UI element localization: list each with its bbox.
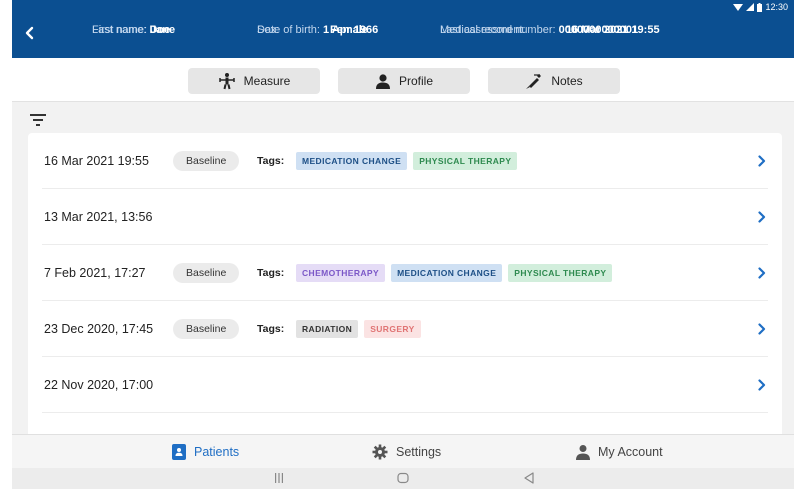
assessment-row[interactable]: 7 Feb 2021, 17:27 Baseline Tags: CHEMOTHERA… [28,245,782,301]
chevron-right-icon [758,211,766,223]
assessment-row[interactable]: 22 Nov 2020, 17:00 [28,357,782,413]
recent-apps-icon[interactable] [274,472,284,484]
tags-label: Tags: [257,155,285,167]
signal-icon [746,3,755,11]
profile-tab-label: Profile [398,74,433,88]
clock-time: 12:30 [765,2,788,12]
last-assessment-value: 16 Mar 2021 19:55 [566,24,660,36]
system-navigation-bar [12,468,794,489]
filter-icon[interactable] [30,113,46,127]
measure-body-icon [218,73,235,90]
tag-list: CHEMOTHERAPY MEDICATION CHANGE PHYSICAL TH… [296,264,613,282]
tags-label: Tags: [257,267,285,279]
action-tabs: Measure Profile Notes [12,58,794,102]
chevron-right-icon [758,155,766,167]
baseline-badge: Baseline [173,319,240,339]
baseline-badge: Baseline [173,151,240,171]
patients-icon [172,444,186,460]
profile-tab[interactable]: Profile [338,68,470,94]
account-icon [576,445,590,460]
pen-icon [526,74,542,89]
nav-my-account-label: My Account [598,445,663,459]
tag-chip: SURGERY [364,320,421,338]
patient-header: First name: Jane Last name: Doe Date of … [12,0,794,58]
notes-tab-label: Notes [551,74,583,88]
tag-chip: RADIATION [296,320,359,338]
assessment-list: 16 Mar 2021 19:55 Baseline Tags: MEDICATION… [28,133,782,438]
assessment-date: 22 Nov 2020, 17:00 [44,378,154,392]
tag-chip: MEDICATION CHANGE [391,264,503,282]
battery-icon [757,2,763,12]
back-arrow-icon[interactable] [22,25,38,41]
assessment-date: 13 Mar 2021, 13:56 [44,210,153,224]
person-icon [375,74,390,89]
row-divider [42,412,768,413]
nav-settings[interactable]: Settings [372,435,441,469]
chevron-right-icon [758,267,766,279]
wifi-icon [733,4,744,11]
last-name-label: Last name: [92,24,147,36]
measure-tab[interactable]: Measure [188,68,320,94]
tag-chip: PHYSICAL THERAPY [508,264,613,282]
last-assessment-label: Last assessment: [440,24,526,36]
bottom-navigation: Patients Settings My Account [12,434,794,468]
measure-tab-label: Measure [243,74,291,88]
tag-chip: MEDICATION CHANGE [296,152,408,170]
nav-settings-label: Settings [396,445,442,459]
tag-list: MEDICATION CHANGE PHYSICAL THERAPY [296,152,518,170]
assessment-date: 23 Dec 2020, 17:45 [44,322,154,336]
assessment-row[interactable]: 16 Mar 2021 19:55 Baseline Tags: MEDICATION… [28,133,782,189]
sex-value: Female [330,24,368,36]
nav-patients[interactable]: Patients [172,435,239,469]
chevron-right-icon [758,323,766,335]
nav-patients-label: Patients [194,445,240,459]
status-bar: 12:30 [733,2,788,12]
sex-label: Sex: [257,24,280,36]
assessment-row[interactable]: 23 Dec 2020, 17:45 Baseline Tags: RADIATION… [28,301,782,357]
back-triangle-icon[interactable] [523,472,535,484]
tag-chip: CHEMOTHERAPY [296,264,386,282]
nav-my-account[interactable]: My Account [576,435,663,469]
app-frame: First name: Jane Last name: Doe Date of … [12,0,794,489]
tag-chip: PHYSICAL THERAPY [413,152,518,170]
assessment-row[interactable]: 13 Mar 2021, 13:56 [28,189,782,245]
gear-icon [372,444,388,460]
notes-tab[interactable]: Notes [488,68,620,94]
baseline-badge: Baseline [173,263,240,283]
tags-label: Tags: [257,323,285,335]
home-icon[interactable] [397,472,409,484]
assessment-date: 16 Mar 2021 19:55 [44,154,149,168]
chevron-right-icon [758,379,766,391]
tag-list: RADIATION SURGERY [296,320,421,338]
assessment-date: 7 Feb 2021, 17:27 [44,266,146,280]
last-name-value: Doe [149,24,171,36]
